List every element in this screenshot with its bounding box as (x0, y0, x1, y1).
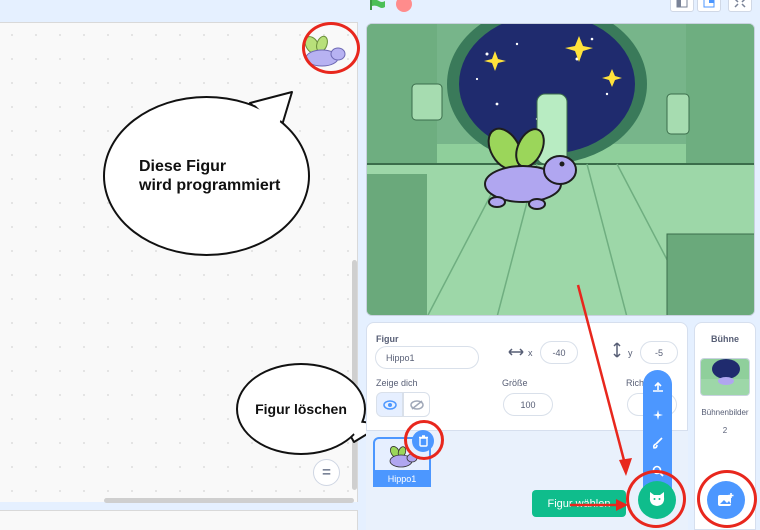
annotation-text-delete: Figur löschen (255, 401, 347, 417)
annotation-bubble-sprite: Diese Figur wird programmiert (103, 96, 310, 256)
backdrop-thumbnail[interactable] (700, 358, 750, 396)
choose-sprite-tooltip: Figur wählen (532, 490, 626, 517)
direction-label: Rich (626, 378, 645, 388)
annotation-text-line2: wird programmiert (139, 177, 281, 194)
backdrops-label: Bühnenbilder (701, 408, 749, 417)
x-position-input[interactable]: -40 (540, 341, 578, 364)
choose-backdrop-button[interactable] (707, 481, 745, 519)
paint-icon (652, 436, 663, 449)
annotation-text-line1: Diese Figur (139, 158, 227, 175)
y-position-input[interactable]: -5 (640, 341, 678, 364)
choose-sprite-button[interactable] (638, 481, 676, 519)
current-sprite-icon (304, 35, 346, 67)
upload-icon (652, 381, 663, 392)
trash-icon (418, 435, 428, 447)
y-label: y (628, 348, 633, 358)
eye-hidden-icon (409, 399, 424, 410)
delete-sprite-button[interactable] (412, 430, 434, 452)
surprise-sprite-button[interactable] (643, 400, 672, 429)
horizontal-scrollbar[interactable] (104, 498, 354, 503)
fullscreen-icon (734, 0, 746, 8)
surprise-icon (652, 409, 663, 420)
sprite-name-input[interactable]: Hippo1 (375, 346, 479, 369)
normal-stage-icon (703, 0, 715, 8)
upload-sprite-button[interactable] (643, 372, 672, 401)
show-label: Zeige dich (376, 378, 418, 388)
zoom-reset-button[interactable]: = (313, 459, 340, 486)
paint-sprite-button[interactable] (643, 428, 672, 457)
x-arrows-icon (508, 348, 524, 356)
x-label: x (528, 348, 533, 358)
small-stage-icon (676, 0, 688, 8)
backdrops-count: 2 (722, 426, 728, 435)
search-icon (652, 465, 664, 477)
sprite-label: Figur (376, 334, 399, 344)
cat-add-icon (649, 492, 665, 506)
size-input[interactable]: 100 (503, 393, 553, 416)
stage-panel-title: Bühne (711, 334, 739, 344)
eye-icon (382, 399, 397, 410)
image-add-icon (718, 493, 734, 506)
code-area-footer (0, 510, 358, 530)
y-arrows-icon (613, 342, 621, 358)
fullscreen-button[interactable] (728, 0, 752, 12)
show-sprite-button[interactable] (376, 392, 403, 417)
size-label: Größe (502, 378, 528, 388)
sprite-tile-name: Hippo1 (373, 470, 431, 487)
hide-sprite-button[interactable] (403, 392, 430, 417)
stop-button[interactable] (396, 0, 412, 12)
backdrop-thumb-image (701, 359, 749, 395)
hippo-sprite (484, 127, 577, 210)
stage[interactable] (366, 23, 755, 316)
green-flag-icon[interactable] (370, 0, 386, 10)
vertical-scrollbar[interactable] (352, 260, 357, 490)
annotation-bubble-delete: Figur löschen (236, 363, 366, 455)
small-stage-button[interactable] (670, 0, 694, 12)
normal-stage-button[interactable] (697, 0, 721, 12)
